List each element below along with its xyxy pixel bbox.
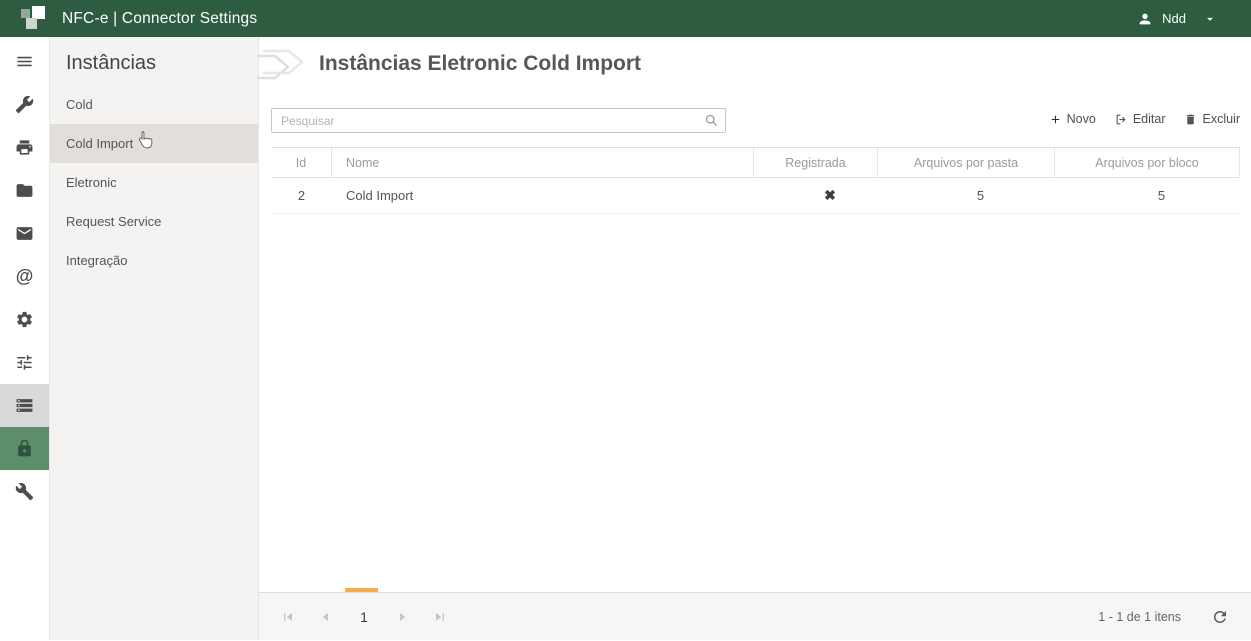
plus-icon	[1049, 113, 1062, 126]
cell-arquivos-bloco: 5	[1055, 178, 1240, 213]
cell-nome: Cold Import	[332, 178, 754, 213]
refresh-icon	[1211, 608, 1229, 626]
rail-item-tune[interactable]	[0, 341, 49, 384]
novo-button[interactable]: Novo	[1049, 112, 1096, 126]
next-page-button[interactable]	[387, 602, 417, 632]
envelope-icon	[15, 224, 34, 243]
sidebar-list: Cold Cold Import Eletronic Request Servi…	[50, 85, 258, 280]
sidebar-title: Instâncias	[50, 37, 258, 75]
hamburger-menu-icon	[15, 52, 34, 71]
rail-item-instances[interactable]	[0, 384, 49, 427]
previous-page-button[interactable]	[311, 602, 341, 632]
at-icon: @	[16, 266, 34, 287]
sidebar-item-cold-import[interactable]: Cold Import	[50, 124, 258, 163]
rail-item-email-at[interactable]: @	[0, 255, 49, 298]
storage-rows-icon	[15, 396, 34, 415]
topbar: NFC-e | Connector Settings Ndd	[0, 0, 1251, 37]
pager: 1 1 - 1 de 1 itens	[259, 592, 1251, 640]
rail-item-maintenance[interactable]	[0, 470, 49, 513]
column-header-id[interactable]: Id	[271, 148, 332, 177]
sidebar-item-eletronic[interactable]: Eletronic	[50, 163, 258, 202]
cell-arquivos-pasta: 5	[878, 178, 1055, 213]
current-page-number[interactable]: 1	[349, 609, 379, 625]
sidebar-item-request-service[interactable]: Request Service	[50, 202, 258, 241]
folder-icon	[15, 181, 34, 200]
pager-buttons: 1	[273, 593, 455, 641]
chevron-down-icon	[1203, 12, 1217, 26]
next-page-icon	[394, 609, 410, 625]
column-header-arquivos-bloco[interactable]: Arquivos por bloco	[1055, 148, 1240, 177]
trash-icon	[1184, 113, 1197, 126]
wrench-icon	[15, 482, 34, 501]
column-header-registrada[interactable]: Registrada	[754, 148, 878, 177]
page-header-arrows-icon	[257, 46, 313, 97]
last-page-button[interactable]	[425, 602, 455, 632]
cell-registrada: ✖	[754, 178, 878, 213]
user-menu[interactable]: Ndd	[1137, 0, 1217, 37]
sidebar-item-cold[interactable]: Cold	[50, 85, 258, 124]
last-page-icon	[432, 609, 448, 625]
x-mark-icon: ✖	[824, 187, 836, 204]
rail-item-printer[interactable]	[0, 126, 49, 169]
rail-item-settings[interactable]	[0, 298, 49, 341]
column-header-nome[interactable]: Nome	[332, 148, 754, 177]
printer-icon	[15, 138, 34, 157]
user-icon	[1137, 11, 1153, 27]
lock-icon	[15, 439, 34, 458]
app-logo-icon	[21, 6, 49, 32]
editar-button[interactable]: Editar	[1115, 112, 1166, 126]
toolbar-actions: Novo Editar Excluir	[1049, 112, 1240, 126]
search-icon[interactable]	[704, 113, 719, 133]
grid-toolbar: Novo Editar Excluir	[271, 108, 1240, 136]
first-page-button[interactable]	[273, 602, 303, 632]
instances-sidebar: Instâncias Cold Cold Import Eletronic Re…	[50, 37, 258, 640]
icon-rail: @	[0, 37, 50, 640]
data-grid: Id Nome Registrada Arquivos por pasta Ar…	[271, 147, 1240, 214]
search-input[interactable]	[271, 108, 726, 133]
pager-info: 1 - 1 de 1 itens	[1098, 593, 1181, 641]
search-box	[271, 108, 726, 133]
app-title: NFC-e | Connector Settings	[62, 10, 257, 28]
grid-header-row: Id Nome Registrada Arquivos por pasta Ar…	[271, 147, 1240, 178]
excluir-button[interactable]: Excluir	[1184, 112, 1240, 126]
column-header-arquivos-pasta[interactable]: Arquivos por pasta	[878, 148, 1055, 177]
user-name: Ndd	[1162, 11, 1186, 26]
rail-item-files[interactable]	[0, 169, 49, 212]
cell-id: 2	[271, 178, 332, 213]
tools-icon	[15, 95, 34, 114]
sidebar-item-integracao[interactable]: Integração	[50, 241, 258, 280]
rail-item-mail[interactable]	[0, 212, 49, 255]
gear-icon	[15, 310, 34, 329]
edit-icon	[1115, 113, 1128, 126]
table-row[interactable]: 2 Cold Import ✖ 5 5	[271, 178, 1240, 214]
refresh-button[interactable]	[1211, 608, 1229, 631]
main-content: Instâncias Eletronic Cold Import Novo Ed…	[258, 37, 1251, 640]
menu-toggle-button[interactable]	[0, 40, 49, 83]
previous-page-icon	[318, 609, 334, 625]
rail-item-security[interactable]	[0, 427, 49, 470]
page-title: Instâncias Eletronic Cold Import	[319, 52, 641, 76]
sliders-icon	[15, 353, 34, 372]
rail-item-tools[interactable]	[0, 83, 49, 126]
first-page-icon	[280, 609, 296, 625]
